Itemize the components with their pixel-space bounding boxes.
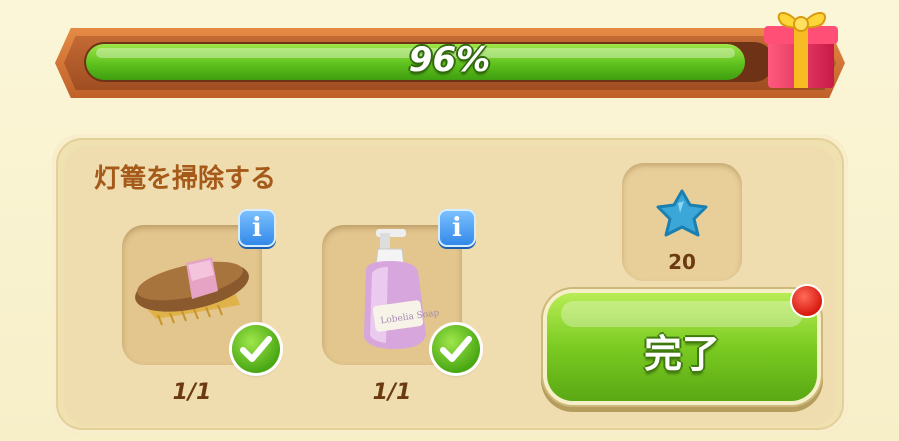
- reward-amount: 20: [668, 250, 696, 274]
- complete-button-label: 完了: [643, 332, 720, 376]
- check-icon-soap: [432, 325, 480, 373]
- blue-star-icon: [656, 189, 708, 237]
- item-count-soap: 1/1: [372, 380, 412, 405]
- task-title: 灯篭を掃除する: [94, 164, 277, 194]
- info-button-brush[interactable]: i: [238, 209, 276, 247]
- item-count-brush: 1/1: [172, 380, 212, 405]
- gift-box-icon[interactable]: [760, 2, 844, 94]
- info-button-soap[interactable]: i: [438, 209, 476, 247]
- check-icon-brush: [232, 325, 280, 373]
- complete-button[interactable]: 完了: [547, 293, 817, 401]
- notification-dot: [792, 286, 822, 316]
